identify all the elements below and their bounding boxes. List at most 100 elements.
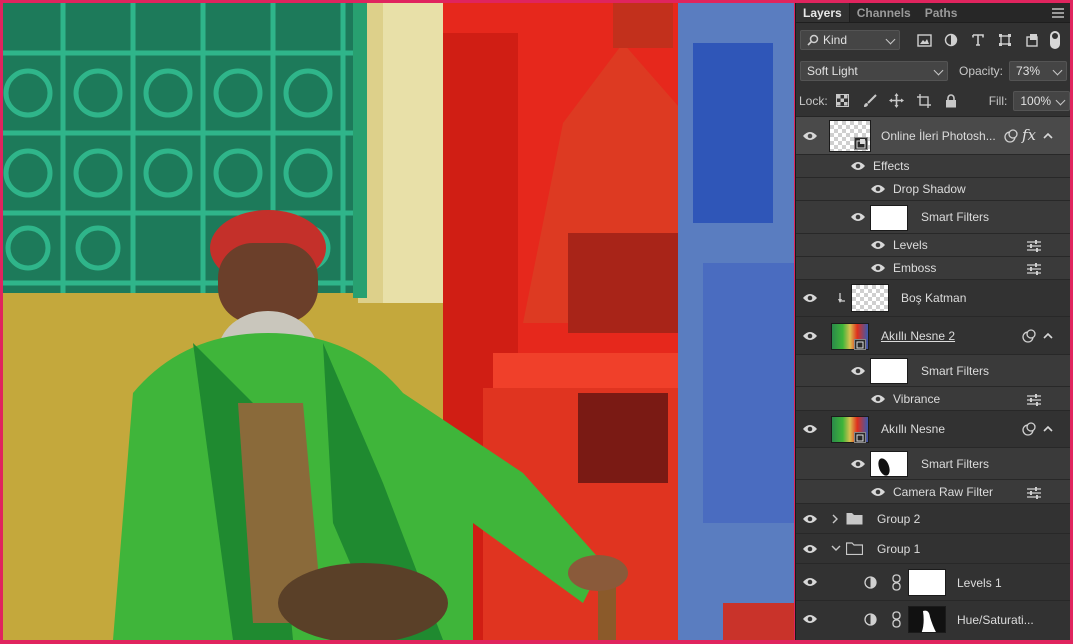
layer-row-akilli-nesne[interactable]: Akıllı Nesne — [796, 411, 1070, 448]
opacity-field[interactable]: 73% — [1009, 61, 1068, 81]
fill-label: Fill: — [988, 93, 1008, 108]
kind-filter-select[interactable]: Kind — [800, 30, 900, 50]
shape-filter-icon[interactable] — [997, 32, 1013, 48]
layer-name: Boş Katman — [901, 291, 967, 305]
lock-brush-icon[interactable] — [862, 93, 878, 109]
drop-shadow-label: Drop Shadow — [893, 182, 966, 196]
layer-row-akilli-nesne-2[interactable]: Akıllı Nesne 2 — [796, 317, 1070, 355]
layer-row-group-1[interactable]: Group 1 — [796, 534, 1070, 564]
camera-raw-filter-label: Camera Raw Filter — [893, 485, 994, 499]
opacity-value: 73% — [1016, 64, 1041, 78]
panel-menu-icon[interactable] — [1052, 8, 1064, 18]
folder-icon — [846, 513, 863, 525]
layer-row-hue-saturation[interactable]: Hue/Saturati... — [796, 601, 1070, 640]
filter-mask-thumbnail — [870, 451, 908, 477]
chevron-down-icon — [1052, 65, 1063, 76]
layer-name: Hue/Saturati... — [957, 613, 1034, 627]
layers-panel: Layers Channels Paths Kind Soft Light Op… — [795, 3, 1070, 640]
fx-icon[interactable]: fx — [1022, 126, 1036, 144]
panel-tabs: Layers Channels Paths — [796, 3, 1070, 23]
eye-icon[interactable] — [802, 514, 818, 524]
lock-transparent-icon[interactable] — [835, 93, 851, 109]
folder-open-icon — [846, 542, 863, 555]
smart-object-badge-icon — [854, 137, 868, 150]
eye-icon[interactable] — [802, 424, 818, 434]
layer-name: Group 1 — [877, 542, 921, 556]
smart-object-badge-icon — [854, 432, 866, 443]
smart-filters-row[interactable]: Smart Filters — [796, 448, 1070, 480]
eye-icon[interactable] — [802, 293, 818, 303]
layer-name: Akıllı Nesne — [881, 422, 946, 436]
eye-icon[interactable] — [870, 263, 886, 273]
lock-artboard-icon[interactable] — [916, 93, 932, 109]
eye-icon[interactable] — [870, 240, 886, 250]
layer-row-levels-1[interactable]: Levels 1 — [796, 564, 1070, 601]
eye-icon[interactable] — [802, 614, 818, 624]
opacity-label: Opacity: — [959, 64, 1004, 78]
layer-name: Group 2 — [877, 512, 921, 526]
fill-field[interactable]: 100% — [1013, 90, 1070, 111]
layer-name: Akıllı Nesne 2 — [881, 329, 956, 343]
layer-mask-thumbnail — [908, 606, 946, 633]
eye-icon[interactable] — [802, 131, 818, 141]
lock-move-icon[interactable] — [889, 93, 905, 109]
document-canvas[interactable] — [3, 3, 794, 640]
link-icon[interactable] — [892, 574, 901, 591]
layer-row-online-ileri[interactable]: Online İleri Photosh... fx — [796, 117, 1070, 155]
blend-mode-select[interactable]: Soft Light — [800, 61, 948, 81]
kind-filter-label: Kind — [823, 33, 848, 47]
levels-filter-label: Levels — [893, 238, 928, 252]
layer-name: Online İleri Photosh... — [881, 129, 996, 143]
chevron-up-icon[interactable] — [1043, 425, 1053, 432]
chevron-down-icon[interactable] — [831, 545, 841, 552]
eye-icon[interactable] — [802, 544, 818, 554]
fill-value: 100% — [1020, 93, 1052, 108]
chevron-down-icon — [885, 34, 896, 45]
eye-icon[interactable] — [850, 161, 866, 171]
layer-row-bos-katman[interactable]: Boş Katman — [796, 280, 1070, 317]
eye-icon[interactable] — [850, 366, 866, 376]
lock-label: Lock: — [799, 93, 828, 108]
filter-options-icon[interactable] — [1026, 486, 1042, 499]
adjustment-filter-icon[interactable] — [943, 32, 959, 48]
vibrance-filter-row[interactable]: Vibrance — [796, 387, 1070, 411]
levels-filter-row[interactable]: Levels — [796, 234, 1070, 257]
layer-thumbnail — [851, 284, 889, 312]
layer-row-group-2[interactable]: Group 2 — [796, 504, 1070, 534]
layer-mask-thumbnail — [908, 569, 946, 596]
chevron-right-icon[interactable] — [832, 514, 839, 524]
filter-options-icon[interactable] — [1026, 239, 1042, 252]
tab-paths[interactable]: Paths — [918, 3, 965, 22]
filter-options-icon[interactable] — [1026, 262, 1042, 275]
camera-raw-filter-row[interactable]: Camera Raw Filter — [796, 480, 1070, 504]
smart-filters-row[interactable]: Smart Filters — [796, 355, 1070, 387]
tab-channels[interactable]: Channels — [850, 3, 918, 22]
smart-object-filter-icon[interactable] — [1024, 32, 1040, 48]
eye-icon[interactable] — [870, 394, 886, 404]
lock-all-icon[interactable] — [943, 93, 959, 109]
drop-shadow-row[interactable]: Drop Shadow — [796, 178, 1070, 201]
tab-layers[interactable]: Layers — [796, 3, 850, 22]
link-icon[interactable] — [892, 611, 901, 628]
emboss-filter-row[interactable]: Emboss — [796, 257, 1070, 280]
effects-row[interactable]: Effects — [796, 155, 1070, 178]
eye-icon[interactable] — [870, 487, 886, 497]
layer-name: Levels 1 — [957, 576, 1002, 590]
eye-icon[interactable] — [870, 184, 886, 194]
eye-icon[interactable] — [850, 459, 866, 469]
chevron-up-icon[interactable] — [1043, 132, 1053, 139]
emboss-filter-label: Emboss — [893, 261, 937, 275]
image-filter-icon[interactable] — [916, 32, 932, 48]
filter-toggle[interactable] — [1050, 31, 1060, 49]
smart-filters-label: Smart Filters — [921, 364, 990, 378]
chevron-up-icon[interactable] — [1043, 332, 1053, 339]
adjustment-layer-icon — [864, 613, 877, 626]
type-filter-icon[interactable] — [970, 32, 986, 48]
filter-mask-thumbnail — [870, 358, 908, 384]
smart-object-status-icon — [1004, 129, 1018, 143]
smart-filters-row[interactable]: Smart Filters — [796, 201, 1070, 234]
eye-icon[interactable] — [850, 212, 866, 222]
filter-options-icon[interactable] — [1026, 393, 1042, 406]
eye-icon[interactable] — [802, 577, 818, 587]
eye-icon[interactable] — [802, 331, 818, 341]
